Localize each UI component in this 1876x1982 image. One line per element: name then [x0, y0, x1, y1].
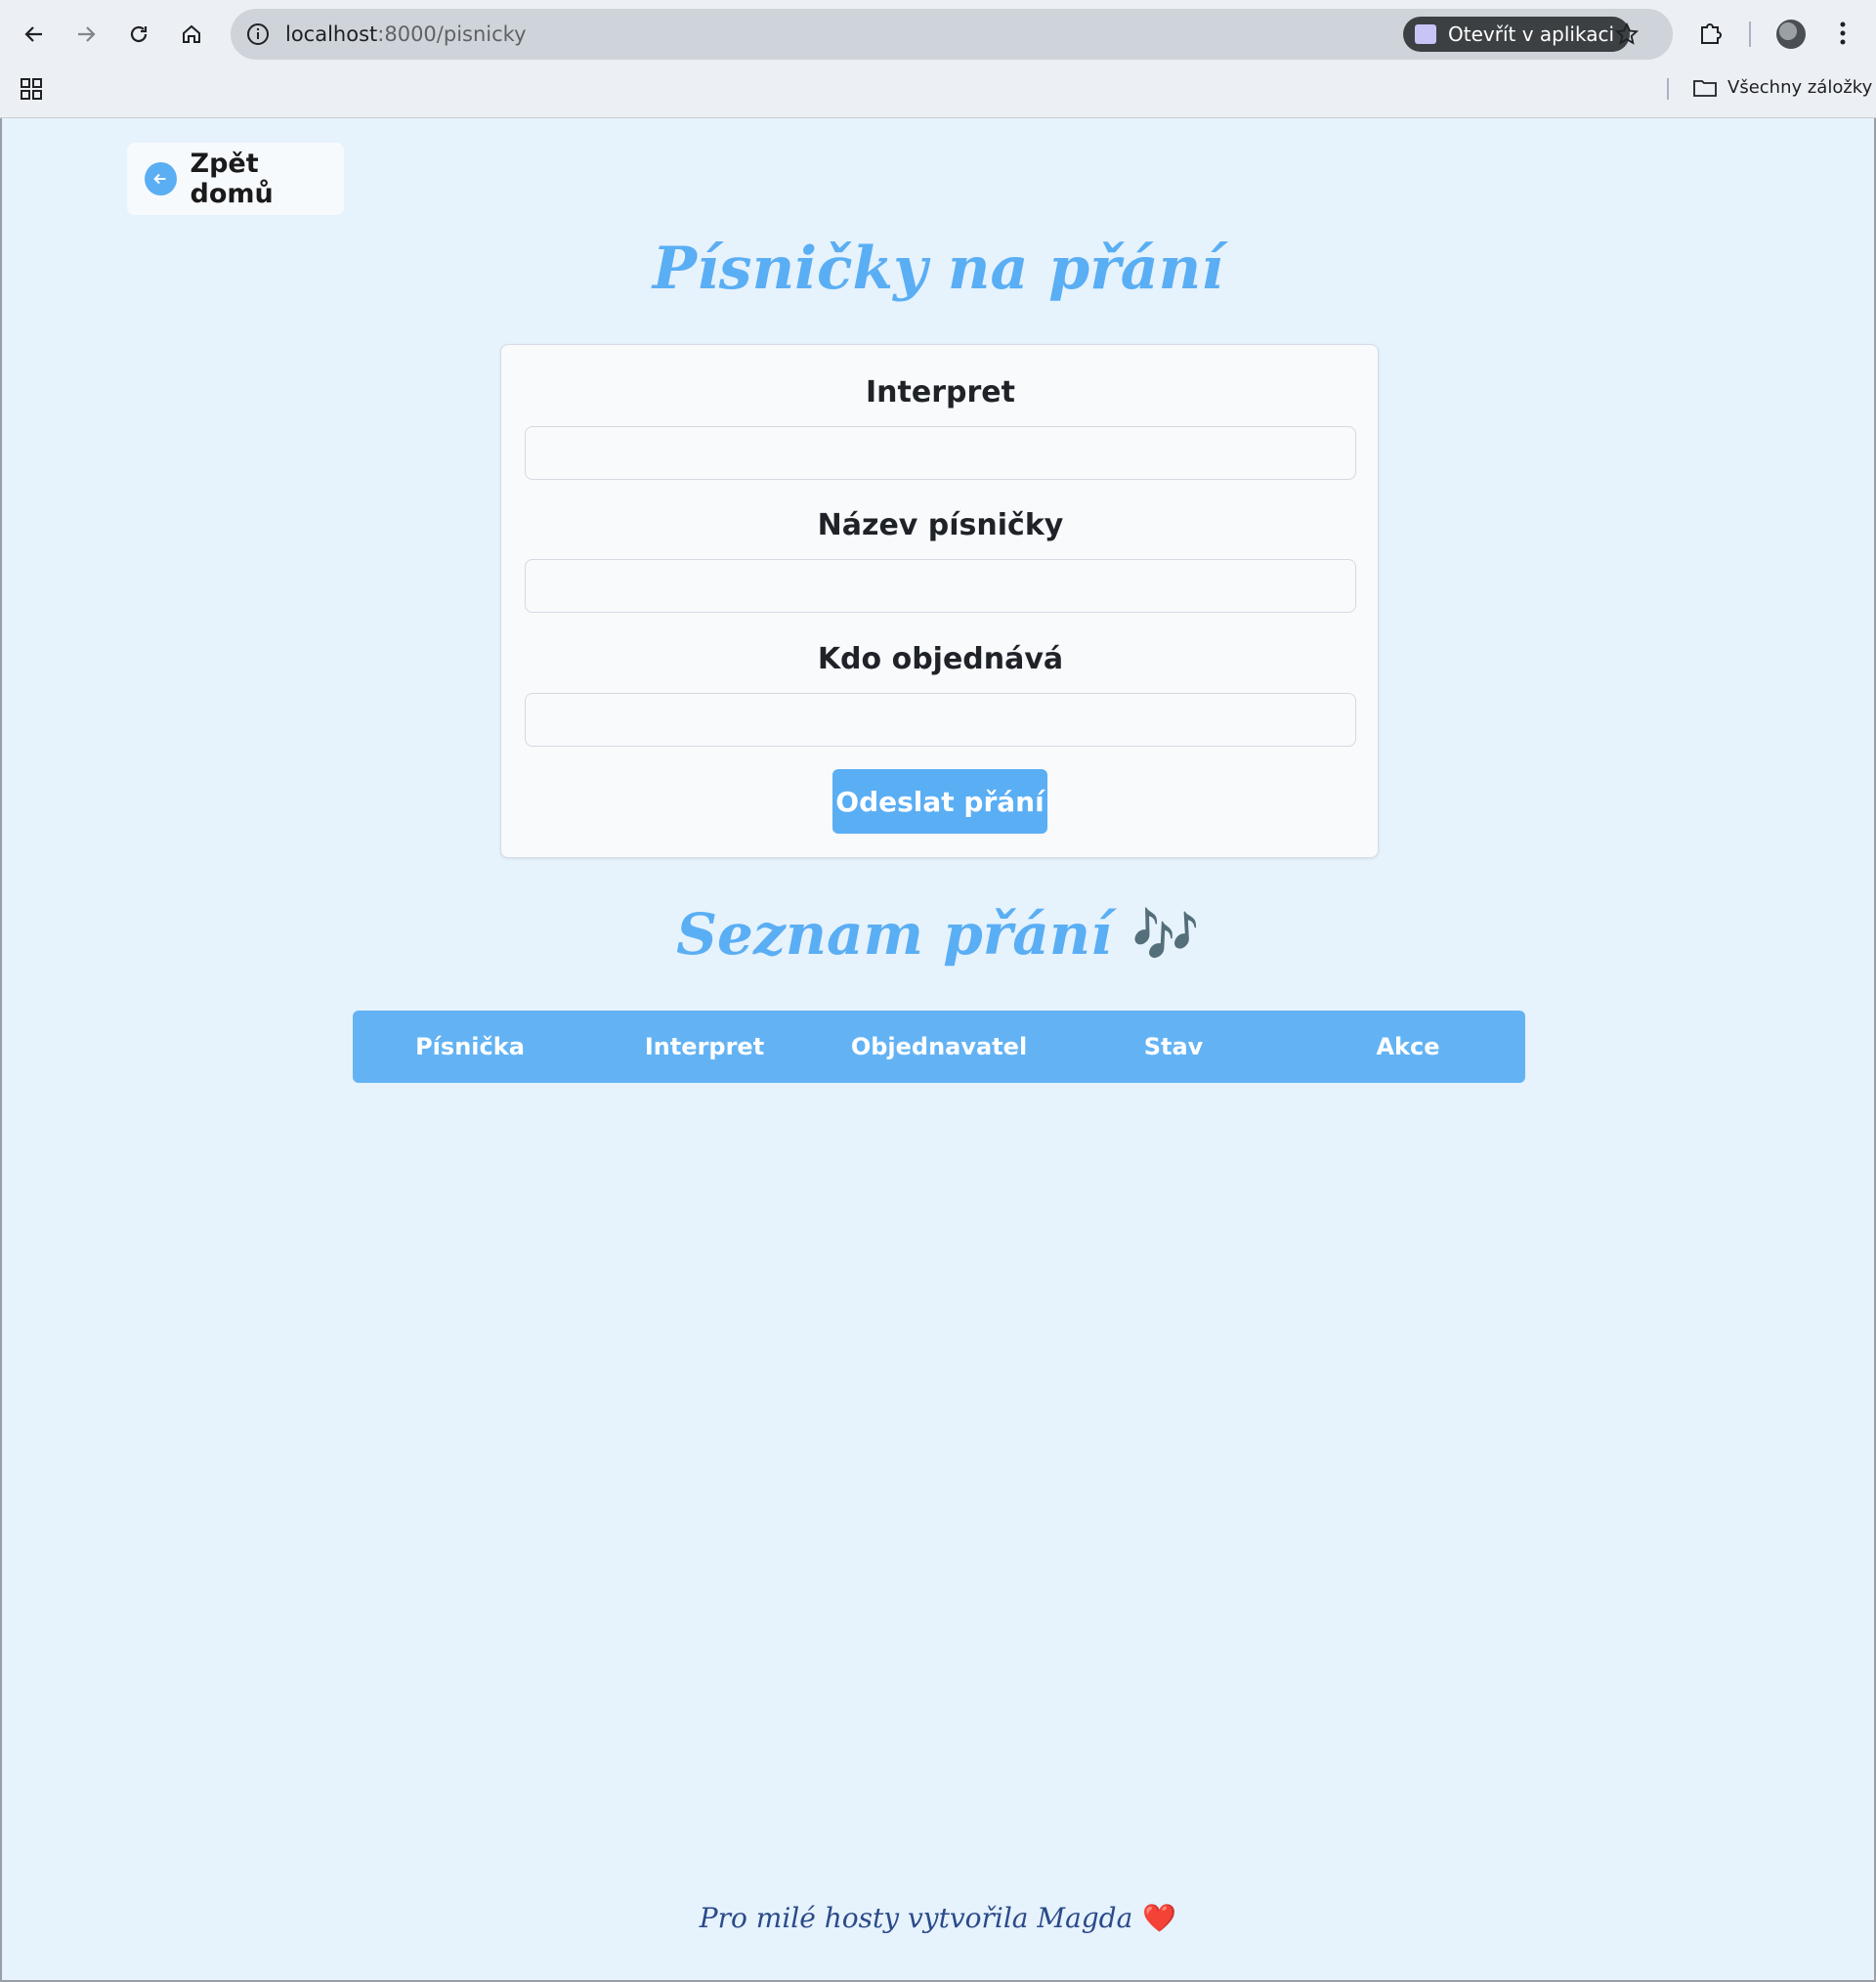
- profile-avatar[interactable]: [1776, 20, 1806, 49]
- page-footer: Pro milé hosty vytvořila Magda ❤️: [0, 1902, 1876, 1934]
- requester-input[interactable]: [525, 693, 1356, 747]
- arrow-left-icon: [145, 162, 177, 195]
- window-border-left: [0, 118, 2, 1982]
- open-in-app-label: Otevřít v aplikaci: [1448, 22, 1614, 46]
- forward-arrow-icon[interactable]: [66, 15, 106, 54]
- song-title-label: Název písničky: [817, 508, 1064, 542]
- back-arrow-icon[interactable]: [15, 15, 54, 54]
- song-title-input[interactable]: [525, 559, 1356, 613]
- site-info-icon[interactable]: [244, 21, 272, 48]
- reload-icon[interactable]: [119, 15, 158, 54]
- request-list-title: Seznam přání 🎶: [0, 901, 1876, 968]
- footer-text: Pro milé hosty vytvořila Magda: [699, 1902, 1133, 1934]
- back-home-button[interactable]: Zpět domů: [127, 143, 344, 215]
- app-icon: [1415, 24, 1436, 44]
- artist-label: Interpret: [866, 375, 1015, 409]
- column-header-requester: Objednavatel: [850, 1033, 1028, 1060]
- url-path: :8000/pisnicky: [377, 22, 527, 46]
- home-icon[interactable]: [172, 15, 211, 54]
- column-header-artist: Interpret: [644, 1033, 765, 1060]
- folder-icon[interactable]: [1692, 78, 1718, 98]
- back-home-label: Zpět domů: [190, 149, 274, 209]
- page-title: Písničky na přání: [652, 235, 1224, 303]
- column-header-song: Písnička: [415, 1033, 525, 1060]
- all-bookmarks-link[interactable]: Všechny záložky: [1727, 76, 1872, 100]
- column-header-actions: Akce: [1376, 1033, 1440, 1060]
- bookmarks-divider: [1667, 78, 1669, 100]
- song-request-form: Interpret Název písničky Kdo objednává O…: [500, 344, 1379, 858]
- requests-table-header: Písnička Interpret Objednavatel Stav Akc…: [353, 1011, 1525, 1083]
- url-text[interactable]: localhost:8000/pisnicky: [285, 22, 527, 47]
- requester-label: Kdo objednává: [817, 642, 1064, 676]
- music-notes-icon: 🎶: [1131, 903, 1200, 968]
- submit-request-button[interactable]: Odeslat přání: [832, 769, 1047, 834]
- url-host: localhost: [285, 22, 378, 46]
- heart-icon: ❤️: [1142, 1902, 1177, 1934]
- browser-chrome: localhost:8000/pisnicky Otevřít v aplika…: [0, 0, 1876, 118]
- address-bar[interactable]: localhost:8000/pisnicky Otevřít v aplika…: [231, 9, 1673, 60]
- bookmarks-bar: [0, 68, 1876, 118]
- apps-grid-icon[interactable]: [20, 77, 43, 101]
- browser-toolbar: localhost:8000/pisnicky Otevřít v aplika…: [0, 0, 1876, 68]
- bookmark-star-icon[interactable]: [1613, 21, 1641, 48]
- artist-input[interactable]: [525, 426, 1356, 480]
- toolbar-divider: [1749, 22, 1751, 47]
- request-list-title-text: Seznam přání: [676, 901, 1113, 968]
- menu-kebab-icon[interactable]: [1833, 18, 1853, 49]
- column-header-status: Stav: [1143, 1033, 1204, 1060]
- open-in-app-button[interactable]: Otevřít v aplikaci: [1403, 17, 1630, 52]
- extensions-icon[interactable]: [1696, 18, 1726, 47]
